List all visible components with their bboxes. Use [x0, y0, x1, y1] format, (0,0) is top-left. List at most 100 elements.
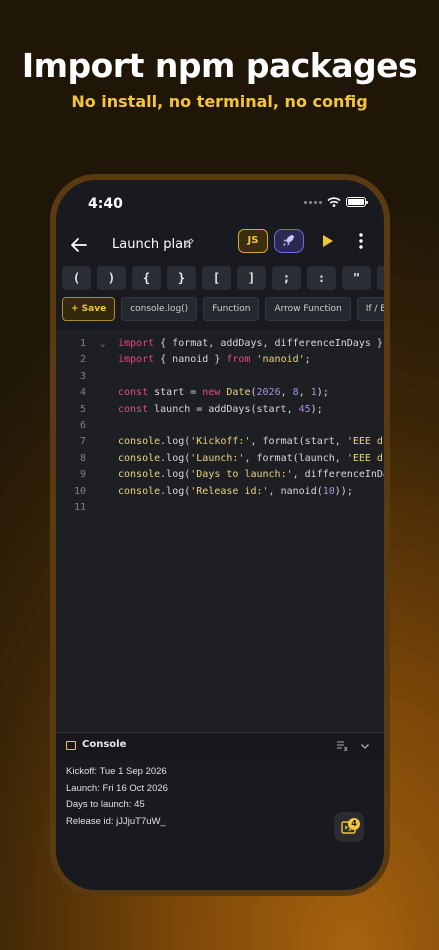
code-line[interactable]: 3	[56, 369, 384, 385]
code-editor[interactable]: 1 ⌄ import { format, addDays, differenceIn…	[56, 330, 384, 732]
code-token: , nanoid(	[268, 485, 323, 497]
code-line[interactable]: 9 console.log('Days to launch:', differen…	[56, 467, 384, 483]
save-button[interactable]: + Save	[62, 297, 116, 321]
code-line[interactable]: 8 console.log('Launch:', format(launch, '…	[56, 451, 384, 467]
line-number: 3	[79, 370, 86, 382]
snippet-button[interactable]: Function	[203, 297, 260, 321]
code-token: import	[118, 338, 155, 349]
chevron-down-icon[interactable]	[359, 740, 371, 752]
code-text: console.log('Days to launch:', differenc…	[118, 467, 384, 483]
symbol-key[interactable]: ]	[237, 266, 266, 290]
code-token: 'EEE d MM	[346, 452, 383, 464]
wifi-icon	[327, 197, 341, 207]
symbol-key[interactable]: (	[62, 266, 91, 290]
code-token: console	[118, 436, 161, 448]
snippet-button[interactable]: Arrow Function	[265, 297, 351, 321]
code-token: , format(launch,	[244, 452, 347, 464]
packages-button[interactable]	[274, 229, 304, 253]
run-play-icon[interactable]	[318, 232, 336, 250]
symbol-key[interactable]: {	[132, 266, 161, 290]
code-text: console.log('Release id:', nanoid(10));	[118, 484, 353, 500]
line-number: 10	[73, 485, 86, 497]
code-line[interactable]: 7 console.log('Kickoff:', format(start, '…	[56, 434, 384, 450]
code-token: ;	[304, 354, 311, 366]
line-number: 1	[79, 338, 86, 349]
code-token: 'EEE d MMM	[346, 436, 383, 448]
code-text: import { nanoid } from 'nanoid';	[118, 352, 311, 368]
console-line: Launch: Fri 16 Oct 2026	[66, 782, 168, 794]
snippet-row: + Save console.log() Function Arrow Functio…	[62, 297, 384, 323]
symbol-key[interactable]: '	[377, 266, 384, 290]
code-token: launch = addDays(start,	[148, 403, 299, 415]
code-line[interactable]: 4 const start = new Date(2026, 8, 1);	[56, 385, 384, 401]
code-token: ,	[280, 387, 293, 399]
code-token: 'Days to launch:'	[190, 469, 293, 481]
more-vertical-icon[interactable]	[353, 231, 369, 251]
console-line: Release id: jJJjuT7uW_	[66, 815, 166, 827]
code-line[interactable]: 1 ⌄ import { format, addDays, differenceIn…	[56, 336, 384, 352]
line-number: 4	[79, 387, 86, 399]
code-token: .log(	[160, 436, 191, 448]
code-line[interactable]: 11	[56, 500, 384, 516]
code-token: new	[202, 387, 221, 399]
line-number: 5	[79, 403, 86, 415]
pencil-icon[interactable]	[183, 237, 195, 249]
snippet-button[interactable]: If / Els	[356, 297, 384, 321]
code-line[interactable]: 10 console.log('Release id:', nanoid(10))…	[56, 484, 384, 500]
snippet-button[interactable]: console.log()	[121, 297, 198, 321]
battery-icon	[346, 197, 368, 207]
code-token: { nanoid }	[154, 354, 227, 366]
code-token: Date	[226, 387, 251, 399]
code-token: { format, addDays, differenceInDays }	[154, 338, 384, 349]
clear-console-icon[interactable]	[336, 740, 348, 752]
code-text: const launch = addDays(start, 45);	[118, 402, 323, 418]
status-icons	[304, 197, 368, 207]
symbol-key[interactable]: }	[167, 266, 196, 290]
code-token: );	[316, 387, 329, 399]
symbol-key[interactable]: "	[342, 266, 371, 290]
code-text: console.log('Launch:', format(launch, 'E…	[118, 451, 384, 467]
code-token: 45	[298, 403, 311, 415]
console-header[interactable]: Console	[56, 732, 384, 758]
code-token: 'Launch:'	[190, 452, 245, 464]
terminal-icon	[66, 741, 76, 750]
symbol-key[interactable]: )	[97, 266, 126, 290]
code-token: import	[118, 354, 155, 366]
code-token: );	[310, 403, 323, 415]
code-line[interactable]: 6	[56, 418, 384, 434]
symbol-key[interactable]: :	[307, 266, 336, 290]
console-title: Console	[82, 739, 127, 750]
document-title[interactable]: Launch plan	[112, 237, 191, 252]
console-line: Days to launch: 45	[66, 799, 145, 810]
promo-headline: Import npm packages	[21, 46, 418, 85]
line-number: 9	[79, 469, 86, 481]
code-token: 'Kickoff:'	[190, 436, 251, 448]
code-token: ,	[298, 387, 311, 399]
code-line[interactable]: 2 import { nanoid } from 'nanoid';	[56, 352, 384, 368]
symbol-key[interactable]: [	[202, 266, 231, 290]
code-token: 2026	[256, 387, 281, 399]
code-text: console.log('Kickoff:', format(start, 'E…	[118, 434, 384, 450]
symbol-key[interactable]: ;	[272, 266, 301, 290]
code-token: .log(	[160, 452, 191, 464]
fold-chevron-icon[interactable]: ⌄	[100, 336, 105, 352]
code-token: console	[118, 469, 161, 481]
back-arrow-icon[interactable]	[68, 234, 90, 256]
code-token: 10	[322, 485, 335, 497]
code-token: console	[118, 485, 161, 497]
code-token: from	[226, 354, 251, 366]
phone-frame: 4:40 Launch plan JS () {} [] ;: " + …	[50, 174, 390, 896]
line-number: 2	[79, 354, 86, 366]
code-token: .log(	[160, 469, 191, 481]
line-number: 8	[79, 452, 86, 464]
code-token: .log(	[160, 485, 191, 497]
status-bar: 4:40	[56, 180, 384, 224]
line-number: 11	[73, 502, 86, 513]
rocket-icon	[283, 235, 294, 246]
language-button[interactable]: JS	[238, 229, 268, 253]
code-token: const	[118, 403, 149, 415]
code-token: ));	[334, 485, 353, 497]
code-line[interactable]: 5 const launch = addDays(start, 45);	[56, 402, 384, 418]
code-token: console	[118, 452, 161, 464]
code-token: , format(start,	[250, 436, 347, 448]
